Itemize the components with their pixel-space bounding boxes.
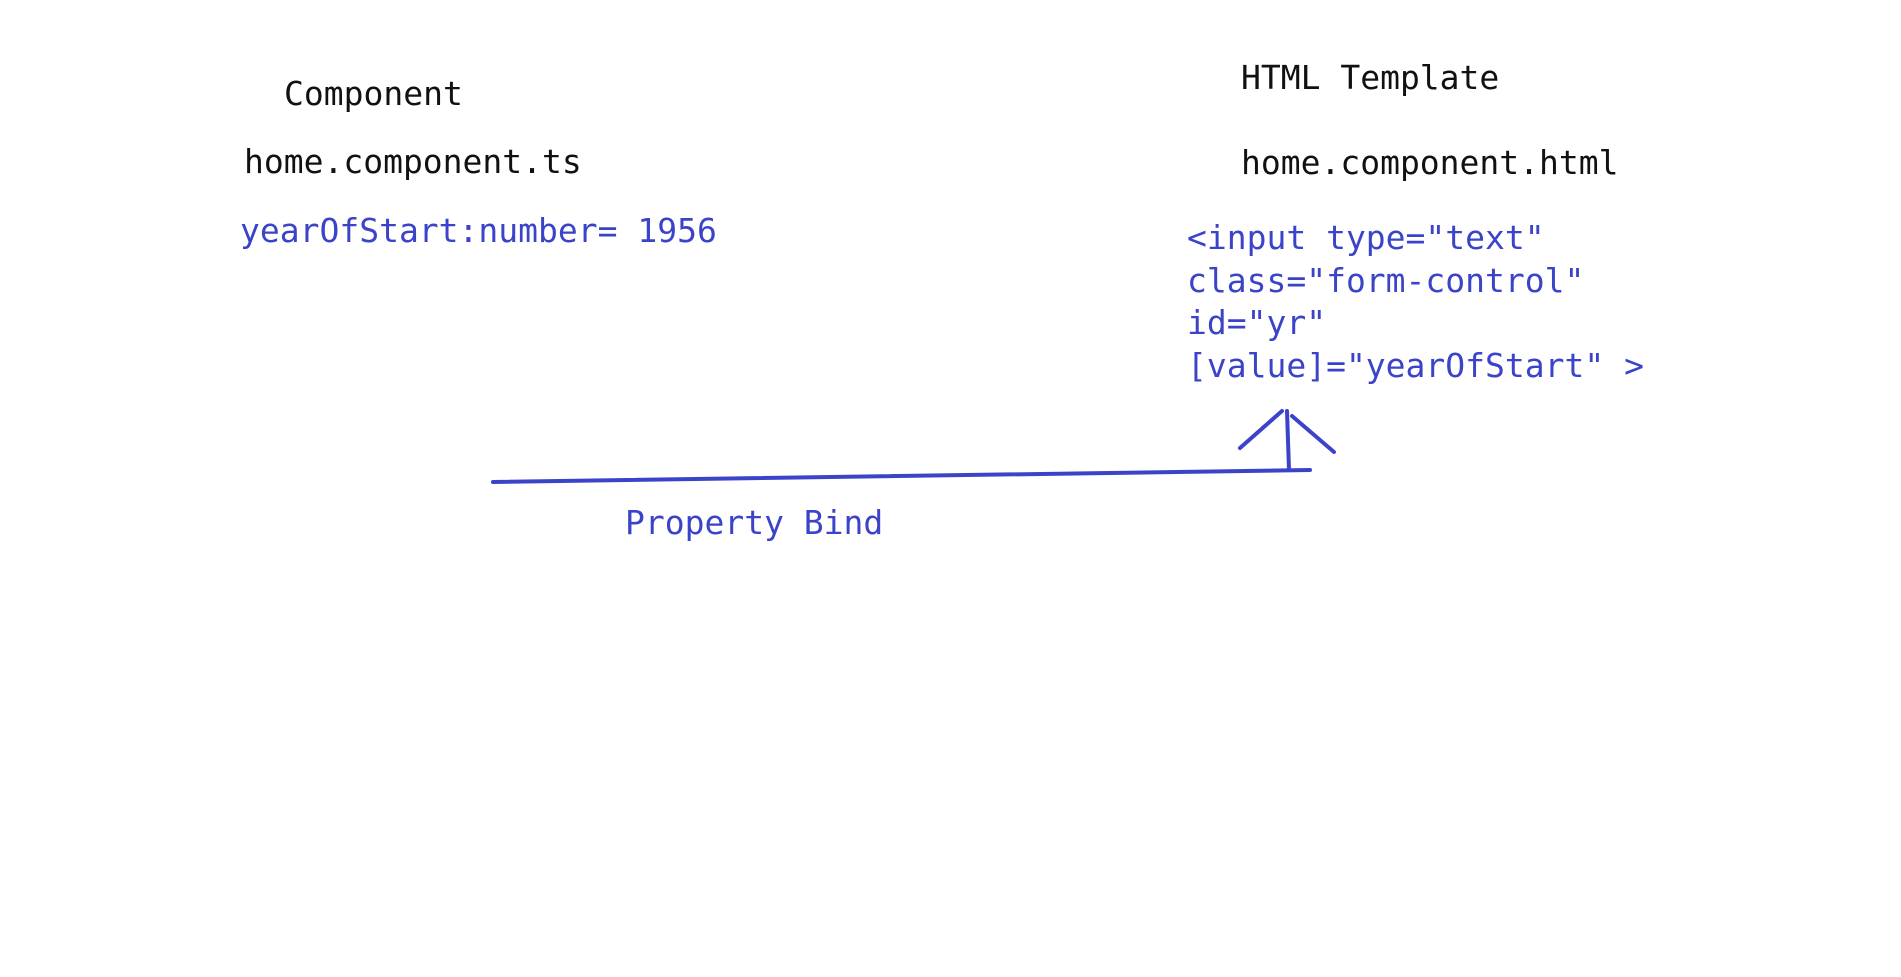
component-heading: Component [284, 74, 463, 113]
template-code-line: <input type="text" [1187, 218, 1545, 257]
template-code-line: id="yr" [1187, 303, 1327, 342]
diagram-canvas: Component home.component.ts yearOfStart:… [0, 0, 1901, 977]
component-filename: home.component.ts [244, 142, 582, 181]
component-property-code: yearOfStart:number= 1956 [240, 211, 717, 250]
template-heading: HTML Template [1241, 58, 1500, 97]
property-bind-line [491, 468, 1312, 484]
up-arrow-shaft [1285, 409, 1291, 472]
up-arrow-head-icon [1238, 409, 1336, 454]
template-code-line: class="form-control" [1187, 261, 1585, 300]
template-code-line: [value]="yearOfStart" > [1187, 346, 1644, 385]
property-bind-label: Property Bind [625, 503, 884, 542]
template-filename: home.component.html [1241, 143, 1619, 182]
